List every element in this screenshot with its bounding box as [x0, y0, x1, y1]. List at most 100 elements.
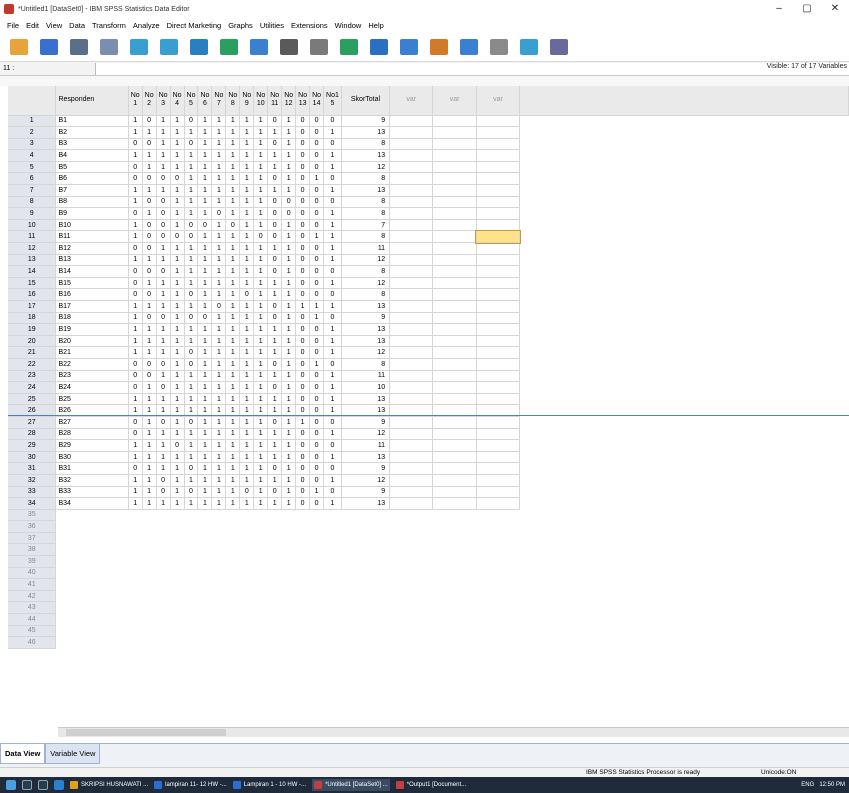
item-score-cell[interactable]: 0	[323, 196, 342, 209]
empty-var-cell[interactable]	[476, 265, 521, 278]
item-score-cell[interactable]: 1	[253, 172, 269, 186]
skortotal-cell[interactable]: 11	[341, 439, 391, 452]
item-score-cell[interactable]: 0	[295, 428, 311, 441]
skortotal-cell[interactable]: 12	[341, 254, 391, 267]
item-score-cell[interactable]: 1	[142, 184, 157, 197]
item-score-cell[interactable]: 1	[253, 219, 269, 232]
row-number[interactable]: 6	[8, 172, 57, 186]
open-icon[interactable]	[8, 36, 30, 58]
item-score-cell[interactable]: 1	[142, 346, 157, 359]
row-number[interactable]: 30	[8, 451, 57, 464]
item-score-cell[interactable]: 0	[184, 416, 199, 429]
item-score-cell[interactable]: 1	[323, 126, 342, 139]
responden-cell[interactable]: B1	[55, 115, 129, 128]
item-score-cell[interactable]: 1	[170, 126, 185, 139]
item-score-cell[interactable]: 0	[170, 172, 185, 186]
item-score-cell[interactable]: 1	[253, 115, 269, 128]
item-score-cell[interactable]: 0	[128, 138, 143, 151]
item-score-cell[interactable]: 1	[197, 370, 213, 383]
empty-var-cell[interactable]	[389, 346, 434, 359]
menu-transform[interactable]: Transform	[92, 21, 126, 30]
skortotal-cell[interactable]: 11	[341, 370, 391, 383]
skortotal-cell[interactable]: 10	[341, 381, 391, 394]
item-score-cell[interactable]: 1	[323, 242, 342, 255]
row-number[interactable]: 9	[8, 207, 57, 220]
item-score-cell[interactable]: 1	[211, 335, 227, 348]
item-score-cell[interactable]: 1	[225, 428, 241, 441]
task-view-icon[interactable]	[38, 780, 48, 790]
skortotal-cell[interactable]: 8	[341, 172, 391, 186]
column-header-item[interactable]: No 9	[239, 86, 255, 116]
responden-cell[interactable]: B11	[55, 230, 129, 244]
responden-cell[interactable]: B7	[55, 184, 129, 197]
responden-cell[interactable]: B9	[55, 207, 129, 220]
skortotal-cell[interactable]: 13	[341, 126, 391, 139]
item-score-cell[interactable]: 0	[323, 439, 342, 452]
split-view-divider[interactable]	[8, 415, 849, 416]
undo-icon[interactable]	[128, 36, 150, 58]
skortotal-cell[interactable]: 12	[341, 277, 391, 290]
empty-var-cell[interactable]	[432, 115, 477, 128]
insert-cases-icon[interactable]	[338, 36, 360, 58]
item-score-cell[interactable]: 1	[281, 323, 297, 336]
item-score-cell[interactable]: 1	[184, 335, 199, 348]
skortotal-cell[interactable]: 12	[341, 161, 391, 174]
skortotal-cell[interactable]: 8	[341, 288, 391, 301]
item-score-cell[interactable]: 0	[156, 230, 171, 244]
item-score-cell[interactable]: 0	[184, 462, 199, 475]
row-number[interactable]: 17	[8, 300, 57, 313]
item-score-cell[interactable]: 0	[128, 207, 143, 220]
row-number[interactable]: 22	[8, 358, 57, 371]
responden-cell[interactable]: B5	[55, 161, 129, 174]
empty-var-cell[interactable]	[476, 196, 521, 209]
item-score-cell[interactable]: 1	[253, 451, 269, 464]
item-score-cell[interactable]: 1	[170, 161, 185, 174]
row-number[interactable]: 32	[8, 474, 57, 487]
item-score-cell[interactable]: 0	[295, 288, 311, 301]
item-score-cell[interactable]: 1	[170, 428, 185, 441]
empty-var-cell[interactable]	[389, 172, 434, 186]
empty-var-cell[interactable]	[389, 196, 434, 209]
item-score-cell[interactable]: 0	[184, 312, 199, 325]
empty-var-cell[interactable]	[389, 323, 434, 336]
item-score-cell[interactable]: 1	[211, 161, 227, 174]
item-score-cell[interactable]: 1	[184, 381, 199, 394]
empty-var-cell[interactable]	[432, 312, 477, 325]
empty-var-cell[interactable]	[432, 323, 477, 336]
item-score-cell[interactable]: 0	[170, 439, 185, 452]
item-score-cell[interactable]: 0	[309, 242, 325, 255]
item-score-cell[interactable]: 0	[309, 335, 325, 348]
item-score-cell[interactable]: 1	[281, 497, 297, 510]
item-score-cell[interactable]: 1	[281, 335, 297, 348]
empty-var-cell[interactable]	[432, 300, 477, 313]
item-score-cell[interactable]: 1	[211, 265, 227, 278]
menu-help[interactable]: Help	[368, 21, 383, 30]
item-score-cell[interactable]: 0	[142, 312, 157, 325]
item-score-cell[interactable]: 0	[267, 138, 283, 151]
empty-var-cell[interactable]	[476, 346, 521, 359]
row-number[interactable]: 46	[8, 636, 57, 649]
item-score-cell[interactable]: 0	[142, 219, 157, 232]
column-header-var[interactable]: var	[389, 86, 434, 116]
item-score-cell[interactable]: 1	[225, 370, 241, 383]
item-score-cell[interactable]: 0	[309, 393, 325, 406]
item-score-cell[interactable]: 1	[211, 254, 227, 267]
item-score-cell[interactable]: 1	[211, 138, 227, 151]
taskbar-app[interactable]: lampiran 11- 12 HW -...	[154, 779, 227, 791]
item-score-cell[interactable]: 0	[309, 428, 325, 441]
empty-var-cell[interactable]	[432, 462, 477, 475]
item-score-cell[interactable]: 1	[197, 149, 213, 162]
item-score-cell[interactable]: 0	[295, 115, 311, 128]
item-score-cell[interactable]: 1	[156, 277, 171, 290]
empty-var-cell[interactable]	[389, 207, 434, 220]
row-number[interactable]: 10	[8, 219, 57, 232]
responden-cell[interactable]: B4	[55, 149, 129, 162]
minimize-button[interactable]: –	[765, 0, 793, 18]
skortotal-cell[interactable]: 8	[341, 358, 391, 371]
item-score-cell[interactable]: 1	[156, 323, 171, 336]
item-score-cell[interactable]: 0	[156, 219, 171, 232]
item-score-cell[interactable]: 1	[142, 381, 157, 394]
empty-var-cell[interactable]	[389, 161, 434, 174]
item-score-cell[interactable]: 1	[309, 300, 325, 313]
column-header-var[interactable]: var	[432, 86, 477, 116]
